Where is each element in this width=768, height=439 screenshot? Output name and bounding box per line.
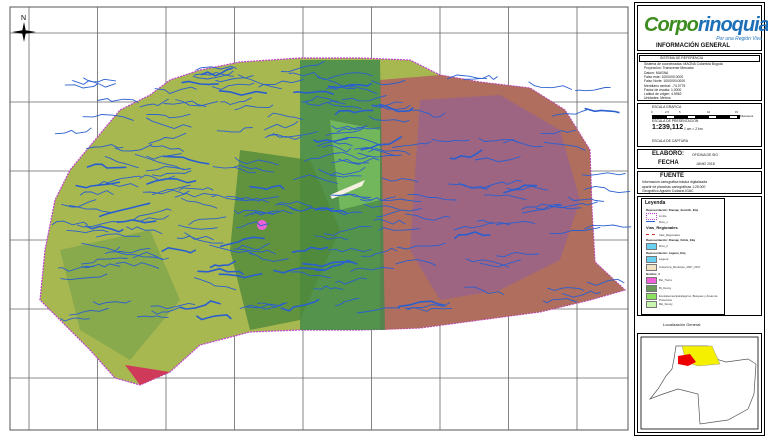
legend-heading: Representación: Laguna_Etiq [646,251,686,255]
scale-tick-label: 2.5 [665,110,669,114]
legend-label: Límite [659,214,667,218]
scale-graphic-label: ESCALA GRAFICA [652,105,682,109]
location-map [640,336,759,430]
scale-tick-label: 15 [735,110,739,114]
scale-box: ESCALA GRAFICA 0 2.5 5 10 15 Kilometers ESCA… [637,103,762,147]
reference-box: SISTEMA DE REFERENCIA Sistema de coorden… [637,53,762,101]
presentation-scale-label: ESCALA DE PRESENTACIÓN [652,119,699,123]
legend-swatch [646,301,657,308]
location-map-box [637,333,762,433]
legend-label: Ecosistemas Estratégicos, Bosques y Área… [659,294,718,302]
legend-swatch [646,221,655,222]
location-title: Localización General [663,322,701,327]
legend-swatch [646,277,657,284]
legend-frame: Leyenda Representación: Drenaje_Sencillo… [641,198,725,315]
date-label: FECHA [658,160,679,166]
scale-ratio: 1:239,112 [652,124,684,131]
legend-heading: Representación: Drenaje_Doble_Etiq [646,238,696,242]
panel-title: INFORMACIÓN GENERAL [656,43,730,49]
legend-swatch [646,234,655,235]
made-by-value: OFICINA DE SIG [692,153,718,157]
legend-section: Vias_Regionales [646,225,678,230]
source-box: FUENTE Información cartográfica básica d… [637,171,762,194]
source-title: FUENTE [660,173,684,179]
legend-label: Bst_Tierra [659,278,672,282]
corporinoquia-logo: Corporinoquia Por una Región Viva [642,12,768,42]
legend-swatch [646,264,657,271]
date-value: JUNIO 2018 [696,162,715,166]
legend-label: Bt_Densy [659,286,672,290]
legend-label: Vias_Regionales [659,233,680,237]
legend-swatch [646,285,657,292]
legend-swatch [646,213,657,220]
legend-label: Ríos_1 [659,220,668,224]
north-label: N [21,15,26,22]
legend-label: Ríos_2 [659,244,668,248]
legend-heading: Nombre_4 [646,272,660,276]
legend-label: Cobertura_Municipio_2007_2017 [659,265,701,269]
scale-tick-label: 5 [679,110,681,114]
legend-swatch [646,243,657,250]
credits-box: ELABORÓ: OFICINA DE SIG FECHA JUNIO 2018 [637,149,762,169]
scale-tick-label: 10 [707,110,711,114]
reference-header: SISTEMA DE REFERENCIA [660,56,704,60]
source-line: Geográfico Agustín Codazzi-IGAC [642,189,694,193]
scale-unit: Kilometers [740,114,754,118]
logo-tagline: Por una Región Viva [716,36,762,42]
scale-tick-label: 0 [651,110,653,114]
map-canvas[interactable]: N [0,0,632,439]
legend-title: Leyenda [645,200,666,206]
info-panel: Corporinoquia Por una Región Viva INFORM… [634,2,768,436]
legend-swatch [646,256,657,263]
capture-scale-label: ESCALA DE CAPTURA [652,139,688,143]
logo-text-a: Corpo [644,14,699,36]
header-box: Corporinoquia Por una Región Viva INFORM… [637,5,768,51]
legend-box: Leyenda Representación: Drenaje_Sencillo… [637,196,762,316]
scale-equivalence: 1 cm = 2 km [684,127,703,131]
legend-label: Bst_Densy [659,302,673,306]
made-by-label: ELABORÓ: [652,151,684,157]
reference-line: Unidades: Metros [644,96,671,101]
logo-text-b: rinoquia [697,14,768,36]
legend-label: Laguna [659,257,669,261]
legend-heading: Representación: Drenaje_Sencillo_Etiq [646,208,699,212]
legend-swatch [646,293,657,300]
